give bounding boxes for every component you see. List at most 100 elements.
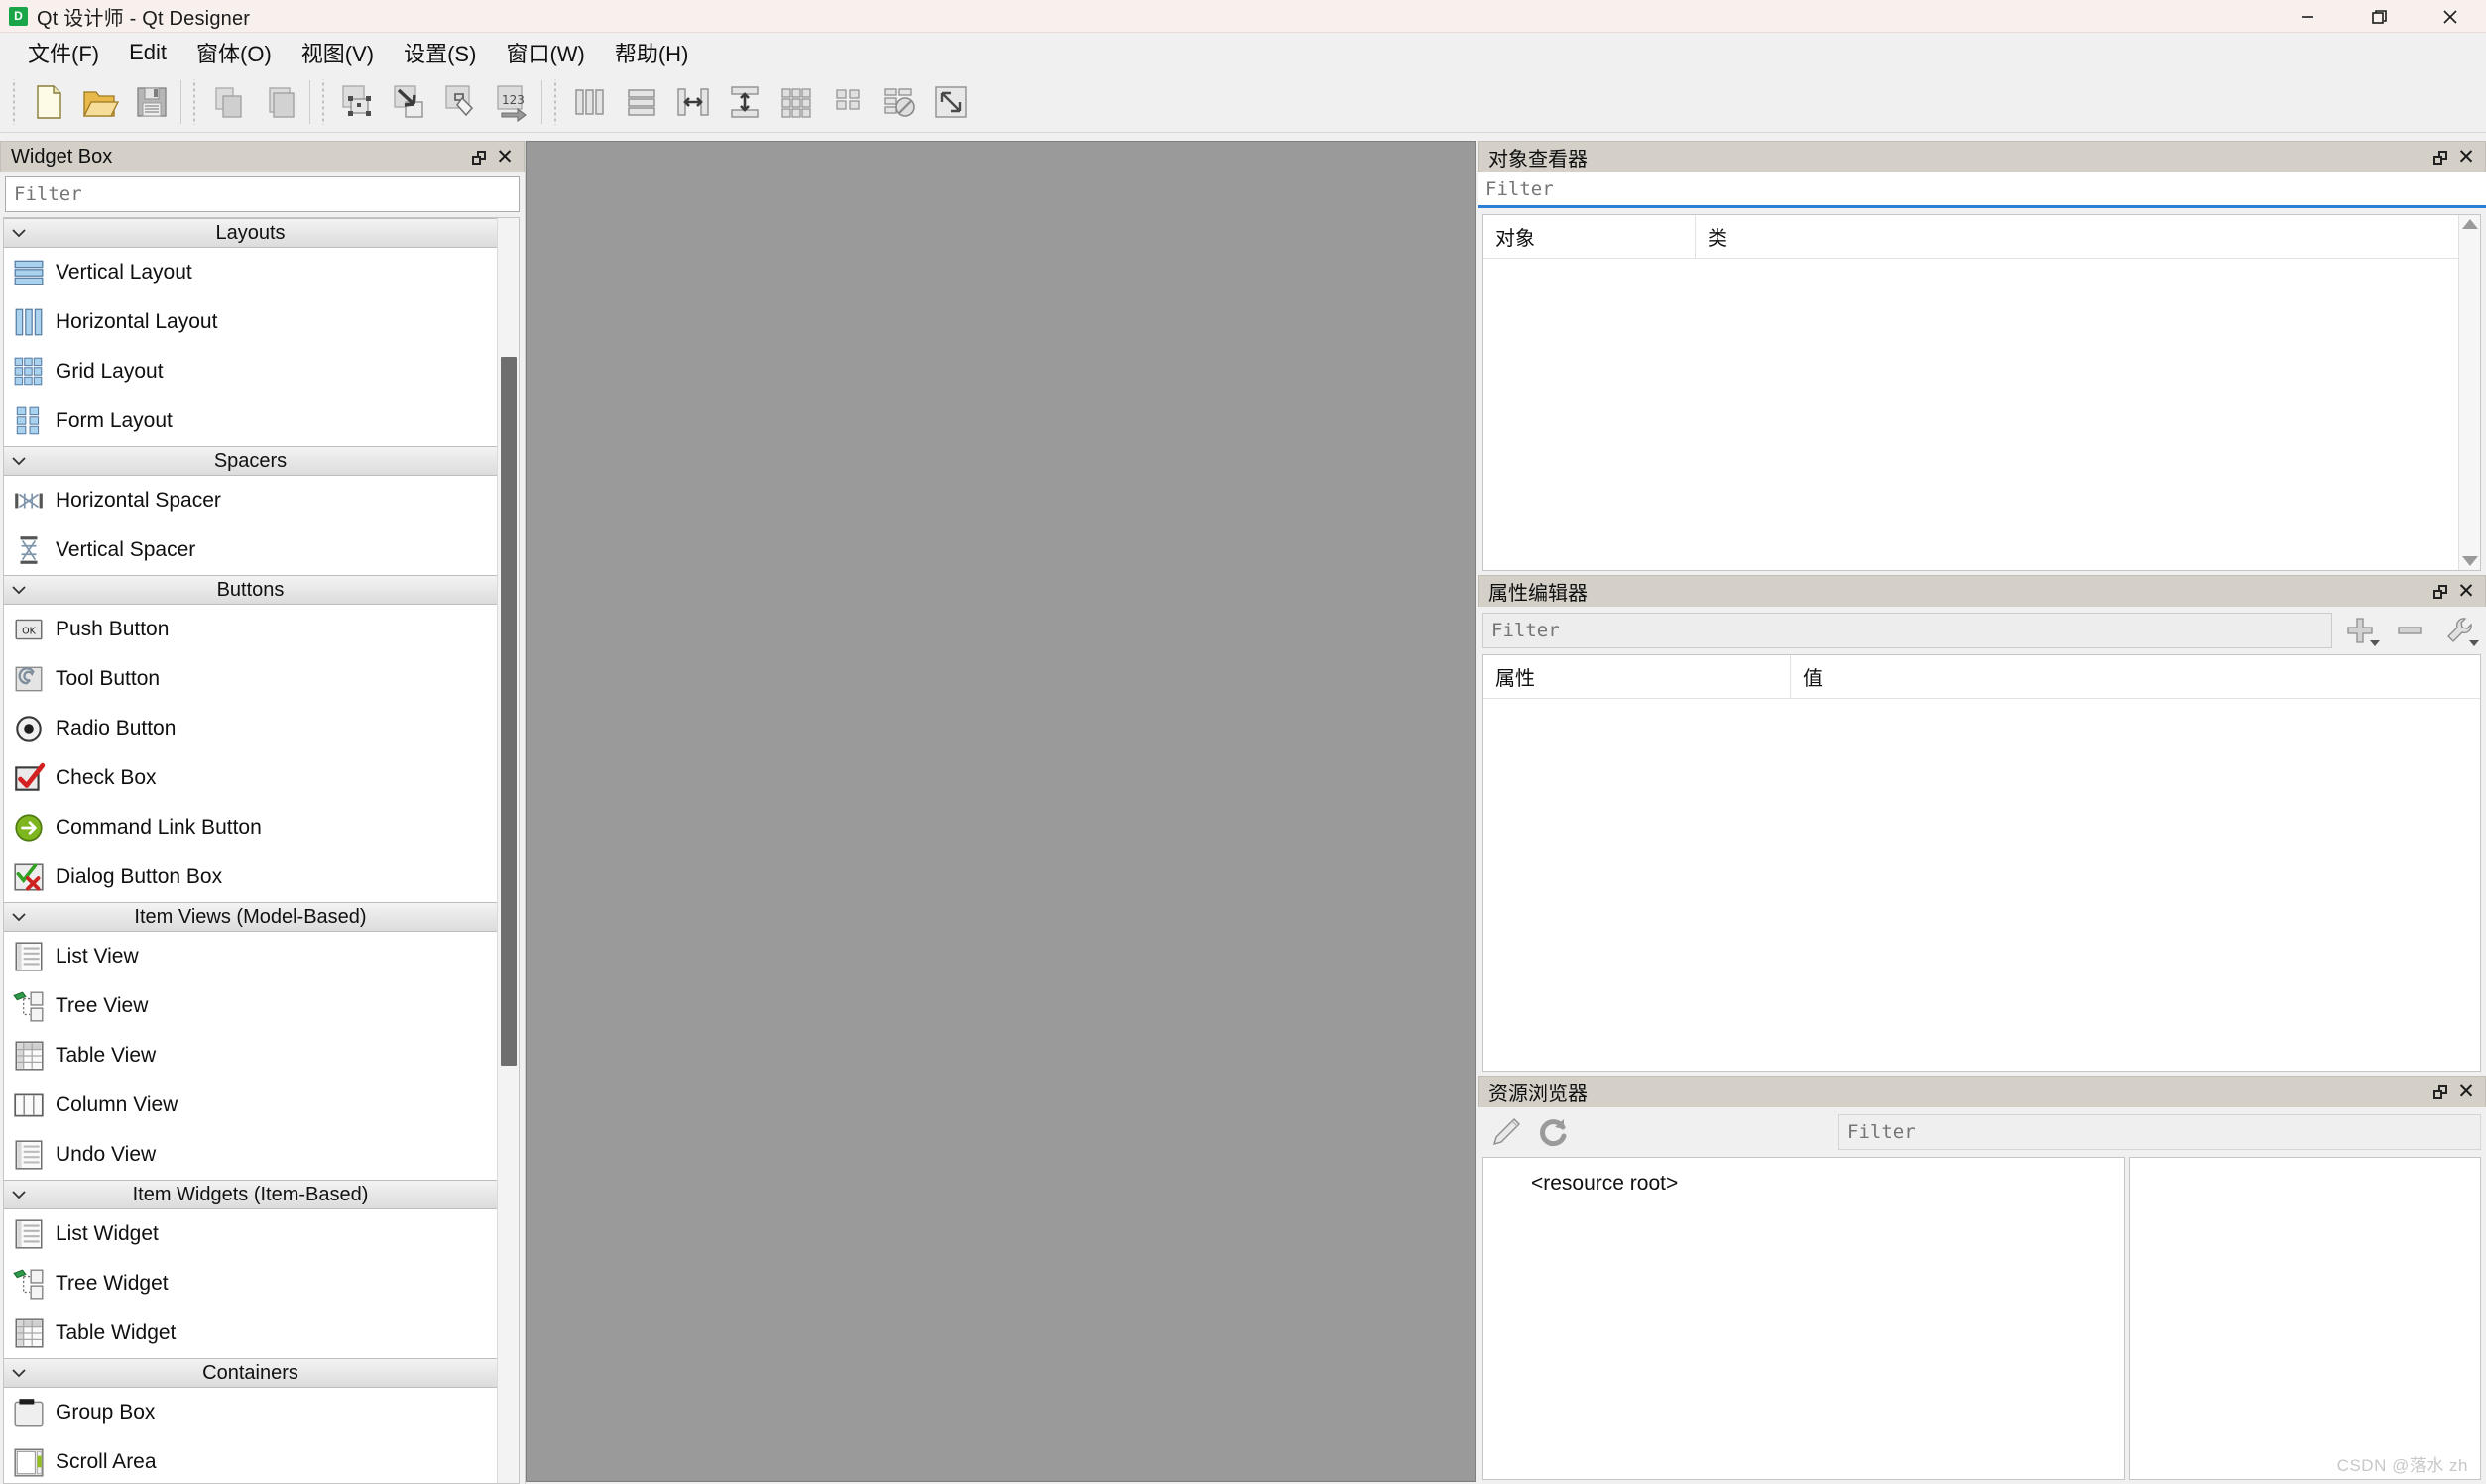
layout-vertically-button[interactable] [616,76,667,128]
widget-category-header[interactable]: Spacers [4,446,497,476]
menu-edit[interactable]: Edit [115,37,180,68]
remove-dynamic-property-button[interactable] [2388,611,2431,650]
column-object[interactable]: 对象 [1483,215,1696,258]
mdi-workspace[interactable] [526,141,1476,1482]
widget-box-item[interactable]: Vertical Layout [4,248,497,297]
layout-form-button[interactable] [822,76,874,128]
layout-grid-button[interactable] [770,76,822,128]
property-editor-rows[interactable] [1483,699,2480,1071]
widget-box-item[interactable]: Scroll Area [4,1437,497,1483]
toolbar-drag-handle-4[interactable] [549,78,560,125]
widget-box-scrollbar[interactable] [497,218,519,1483]
layout-splitter-vertical-button[interactable] [719,76,770,128]
edit-signals-slots-button[interactable] [384,76,435,128]
reload-resources-button[interactable] [1530,1111,1578,1153]
column-value[interactable]: 值 [1791,655,2480,698]
new-form-button[interactable] [23,76,74,128]
widget-box-item[interactable]: Undo View [4,1130,497,1180]
menu-help[interactable]: 帮助(H) [601,34,703,71]
resource-root-item[interactable]: <resource root> [1483,1172,2124,1196]
add-dynamic-property-button[interactable] [2338,611,2382,650]
command-link-icon [12,811,46,845]
widget-box-scroll-thumb[interactable] [501,357,517,1066]
widget-box-item[interactable]: Table View [4,1031,497,1081]
menu-window[interactable]: 窗口(W) [492,34,598,71]
widget-box-item[interactable]: Horizontal Layout [4,297,497,347]
widget-box-item[interactable]: Grid Layout [4,347,497,397]
resource-browser-filter-input[interactable] [1838,1114,2481,1150]
resource-browser-close-button[interactable]: ✕ [2453,1080,2479,1105]
widget-box-item[interactable]: Group Box [4,1388,497,1437]
edit-widgets-button[interactable] [332,76,384,128]
property-editor-table[interactable]: 属性 值 [1482,654,2481,1072]
save-form-button[interactable] [126,76,178,128]
adjust-size-button[interactable] [925,76,977,128]
widget-box-list[interactable]: Layouts Vertical Layout Horizontal Layout … [4,218,497,1483]
scroll-down-icon[interactable] [2461,556,2478,566]
edit-tab-order-button[interactable]: 123 [487,76,538,128]
maximize-button[interactable] [2343,0,2415,33]
widget-box-item[interactable]: List View [4,932,497,981]
undo-button[interactable] [203,76,255,128]
open-form-button[interactable] [74,76,126,128]
resource-preview-pane[interactable] [2129,1157,2481,1480]
scroll-up-icon[interactable] [2461,219,2478,229]
column-property[interactable]: 属性 [1483,655,1791,698]
property-editor-filter-input[interactable] [1482,613,2332,648]
widget-box-item[interactable]: Tool Button [4,654,497,704]
widget-category-header[interactable]: Item Views (Model-Based) [4,902,497,932]
property-editor-float-button[interactable] [2427,579,2453,605]
widget-box-item-label: Radio Button [56,717,177,740]
menu-view[interactable]: 视图(V) [288,34,388,71]
widget-box-item[interactable]: Form Layout [4,397,497,446]
object-inspector-float-button[interactable] [2427,145,2453,171]
widget-box-close-button[interactable]: ✕ [492,145,518,171]
widget-box-item-label: Vertical Layout [56,261,192,284]
layout-horizontally-button[interactable] [564,76,616,128]
widget-box-item[interactable]: List Widget [4,1209,497,1259]
property-editor-close-button[interactable]: ✕ [2453,579,2479,605]
toolbar-drag-handle[interactable] [8,78,19,125]
resource-tree[interactable]: <resource root> [1482,1157,2125,1480]
edit-buddies-button[interactable] [435,76,487,128]
menu-file[interactable]: 文件(F) [14,34,113,71]
widget-box-item[interactable]: Tree View [4,981,497,1031]
object-inspector-scrollbar[interactable] [2458,215,2480,570]
menu-form[interactable]: 窗体(O) [182,34,286,71]
widget-box-filter-input[interactable] [5,176,520,212]
menu-settings[interactable]: 设置(S) [390,34,490,71]
toolbar-drag-handle-3[interactable] [317,78,328,125]
widget-box-item[interactable]: Vertical Spacer [4,525,497,575]
widget-box-item[interactable]: Radio Button [4,704,497,753]
widget-box-item[interactable]: Dialog Button Box [4,853,497,902]
resource-browser-filter-wrap [1838,1114,2481,1150]
widget-box-item[interactable]: OK Push Button [4,605,497,654]
object-inspector-close-button[interactable]: ✕ [2453,145,2479,171]
chevron-down-icon [2469,640,2479,646]
minimize-button[interactable] [2272,0,2343,33]
widget-box-item[interactable]: Horizontal Spacer [4,476,497,525]
toolbar-drag-handle-2[interactable] [188,78,199,125]
widget-category-header[interactable]: Buttons [4,575,497,605]
widget-box-float-button[interactable] [466,145,492,171]
widget-category-header[interactable]: Containers [4,1358,497,1388]
layout-splitter-horizontal-button[interactable] [667,76,719,128]
object-inspector-rows[interactable] [1483,259,2458,570]
tool-button-icon [12,662,46,696]
widget-box-item[interactable]: Column View [4,1081,497,1130]
resource-browser-float-button[interactable] [2427,1080,2453,1105]
break-layout-button[interactable] [874,76,925,128]
column-class[interactable]: 类 [1696,215,2458,258]
widget-box-item[interactable]: Command Link Button [4,803,497,853]
widget-category-header[interactable]: Item Widgets (Item-Based) [4,1180,497,1209]
configure-property-editor-button[interactable] [2437,611,2481,650]
widget-box-item[interactable]: Tree Widget [4,1259,497,1309]
close-button[interactable] [2415,0,2486,33]
widget-category-header[interactable]: Layouts [4,218,497,248]
object-inspector-filter-input[interactable] [1478,172,2486,208]
widget-box-item[interactable]: Check Box [4,753,497,803]
object-inspector-tree[interactable]: 对象 类 [1482,214,2481,571]
edit-resources-button[interactable] [1482,1111,1530,1153]
redo-button[interactable] [255,76,306,128]
widget-box-item[interactable]: Table Widget [4,1309,497,1358]
